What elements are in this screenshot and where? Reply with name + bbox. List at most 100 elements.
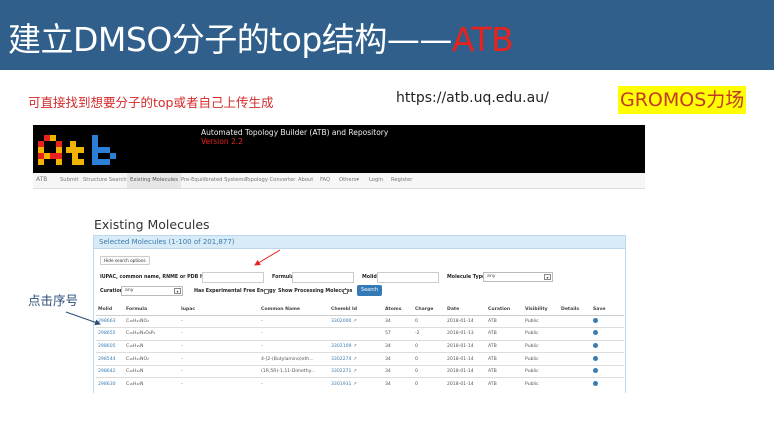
nav-item-structure-search[interactable]: Structure Search <box>83 177 127 183</box>
formula-input[interactable] <box>292 272 354 283</box>
processing-checkbox[interactable] <box>343 289 348 294</box>
title-highlight: ATB <box>451 20 514 59</box>
table-cell-iupac: - <box>179 339 259 353</box>
table-cell-atoms: 34 <box>383 364 413 378</box>
curation-label: Curation <box>100 289 124 294</box>
table-cell-chembl-id[interactable] <box>329 327 383 341</box>
table-cell-formula: C₁₆H₂₁NO₂ <box>124 352 179 366</box>
table-row[interactable]: 298655 C₁₅H₂₂N₂O₈P₂ - -57 -2 2018-01-13 ATB Pub… <box>96 327 624 341</box>
table-cell-atoms: 34 <box>383 377 413 391</box>
nav-item-register[interactable]: Register <box>391 177 412 183</box>
table-cell-molid[interactable]: 298642 <box>96 364 124 378</box>
table-cell-common-name: - <box>259 377 329 391</box>
table-cell-chembl-id[interactable]: 3302274 ↗ <box>329 352 383 366</box>
table-cell-visibility: Public <box>523 364 559 378</box>
table-cell-charge: 0 <box>413 352 445 366</box>
table-cell-details <box>559 314 591 328</box>
table-cell-molid[interactable]: 298630 <box>96 377 124 391</box>
col-curation[interactable]: Curation <box>486 305 523 316</box>
table-cell-visibility: Public <box>523 377 559 391</box>
table-cell-charge: 0 <box>413 377 445 391</box>
table-row[interactable]: 298663 C₁₆H₂₁NO₂ - -3302000 ↗ 34 0 2018-01-14 A… <box>96 314 624 328</box>
table-row[interactable]: 298630 C₁₆H₂₂N - -3301931 ↗ 34 0 2018-01-14 ATB… <box>96 377 624 391</box>
free-energy-checkbox[interactable] <box>264 289 269 294</box>
table-cell-molid[interactable]: 298663 <box>96 314 124 328</box>
atb-url[interactable]: https://atb.uq.edu.au/ <box>396 90 549 106</box>
molid-input[interactable] <box>377 272 439 283</box>
table-cell-curation: ATB <box>486 339 523 353</box>
col-date[interactable]: Date <box>445 305 486 316</box>
nav-item-pre-equilibrated[interactable]: Pre-Equilibrated Systems <box>181 177 246 183</box>
table-row[interactable]: 298544 C₁₆H₂₁NO₂ -4-[2-(Butylamino)eth... 3… <box>96 352 624 366</box>
table-cell-chembl-id[interactable]: 3302000 ↗ <box>329 314 383 328</box>
col-iupac[interactable]: Iupac <box>179 305 259 316</box>
site-version: Version 2.2 <box>201 137 243 146</box>
atb-site-screenshot: Automated Topology Builder (ATB) and Rep… <box>33 125 645 393</box>
table-cell-details <box>559 339 591 353</box>
nav-item-login[interactable]: Login <box>369 177 383 183</box>
title-bar: 建立DMSO分子的top结构——ATB <box>0 0 774 70</box>
moltype-select[interactable]: any ▾ <box>483 272 553 282</box>
table-cell-date: 2018-01-14 <box>445 314 486 328</box>
table-cell-save[interactable] <box>591 352 624 366</box>
save-icon[interactable] <box>593 368 598 374</box>
nav-item-faq[interactable]: FAQ <box>320 177 330 183</box>
table-cell-charge: 0 <box>413 314 445 328</box>
nav-item-submit[interactable]: Submit <box>60 177 78 183</box>
panel-title: Selected Molecules (1-100 of 201,877) <box>99 238 235 246</box>
col-details[interactable]: Details <box>559 305 591 316</box>
table-cell-chembl-id[interactable]: 3302109 ↗ <box>329 339 383 353</box>
curation-select[interactable]: any ▾ <box>121 286 183 296</box>
table-cell-save[interactable] <box>591 314 624 328</box>
note-left: 可直接找到想要分子的top或者自己上传生成 <box>28 95 274 110</box>
nav-item-others[interactable]: Others▾ <box>339 177 359 183</box>
nav-brand[interactable]: ATB <box>36 176 47 183</box>
title-main: 建立DMSO分子的top结构—— <box>8 20 452 59</box>
save-icon[interactable] <box>593 355 598 361</box>
table-cell-curation: ATB <box>486 352 523 366</box>
table-cell-molid[interactable]: 298605 <box>96 339 124 353</box>
click-note: 点击序号 <box>28 293 79 308</box>
moltype-label: Molecule Type <box>447 275 486 280</box>
col-chembl-id[interactable]: Chembl Id <box>329 305 383 316</box>
table-cell-save[interactable] <box>591 327 624 341</box>
col-charge[interactable]: Charge <box>413 305 445 316</box>
table-cell-common-name: - <box>259 327 329 341</box>
table-cell-molid[interactable]: 298544 <box>96 352 124 366</box>
table-row[interactable]: 298642 C₁₆H₂₂N - (1R,5R)-1,11-Dimethy... 330… <box>96 364 624 378</box>
table-cell-visibility: Public <box>523 314 559 328</box>
curation-value: any <box>125 288 134 293</box>
save-icon[interactable] <box>593 330 598 336</box>
col-atoms[interactable]: Atoms <box>383 305 413 316</box>
col-molid[interactable]: Molid <box>96 305 124 316</box>
table-cell-chembl-id[interactable]: 3302271 ↗ <box>329 364 383 378</box>
molecules-panel: Selected Molecules (1-100 of 201,877) Hi… <box>93 235 626 393</box>
table-cell-curation: ATB <box>486 314 523 328</box>
hide-search-button[interactable]: Hide search options <box>100 256 150 265</box>
nav-item-topology-converter[interactable]: Topology Converter <box>245 177 295 183</box>
col-common-name[interactable]: Common Name <box>259 305 329 316</box>
atb-logo-icon[interactable] <box>36 131 128 171</box>
table-cell-chembl-id[interactable]: 3301931 ↗ <box>329 377 383 391</box>
search-button[interactable]: Search <box>357 285 382 296</box>
col-save[interactable]: Save <box>591 305 624 316</box>
save-icon[interactable] <box>593 342 598 348</box>
table-cell-curation: ATB <box>486 364 523 378</box>
moltype-value: any <box>487 274 496 279</box>
col-visibility[interactable]: Visibility <box>523 305 559 316</box>
table-cell-details <box>559 327 591 341</box>
table-cell-save[interactable] <box>591 339 624 353</box>
table-cell-save[interactable] <box>591 364 624 378</box>
processing-label: Show Processing Molecules <box>278 289 353 294</box>
table-cell-atoms: 34 <box>383 314 413 328</box>
save-icon[interactable] <box>593 317 598 323</box>
iupac-input[interactable] <box>202 272 264 283</box>
save-icon[interactable] <box>593 381 598 387</box>
table-row[interactable]: 298605 C₁₆H₁₅N - -3302109 ↗ 34 0 2018-01-14 ATB… <box>96 339 624 353</box>
table-cell-save[interactable] <box>591 377 624 391</box>
table-cell-iupac: - <box>179 327 259 341</box>
table-cell-molid[interactable]: 298655 <box>96 327 124 341</box>
nav-item-about[interactable]: About <box>298 177 313 183</box>
nav-item-existing-molecules[interactable]: Existing Molecules <box>127 173 181 188</box>
col-formula[interactable]: Formula <box>124 305 179 316</box>
